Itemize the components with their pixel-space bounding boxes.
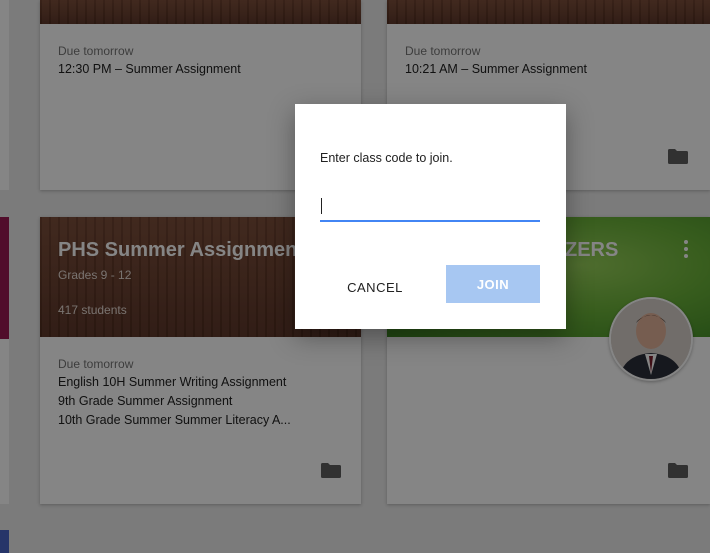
- text-caret: [321, 198, 322, 214]
- cancel-button[interactable]: CANCEL: [335, 272, 415, 302]
- join-button[interactable]: JOIN: [446, 265, 540, 303]
- join-class-dialog: Enter class code to join. CANCEL JOIN: [295, 104, 566, 329]
- dialog-prompt: Enter class code to join.: [320, 151, 453, 165]
- class-code-input[interactable]: [320, 194, 540, 222]
